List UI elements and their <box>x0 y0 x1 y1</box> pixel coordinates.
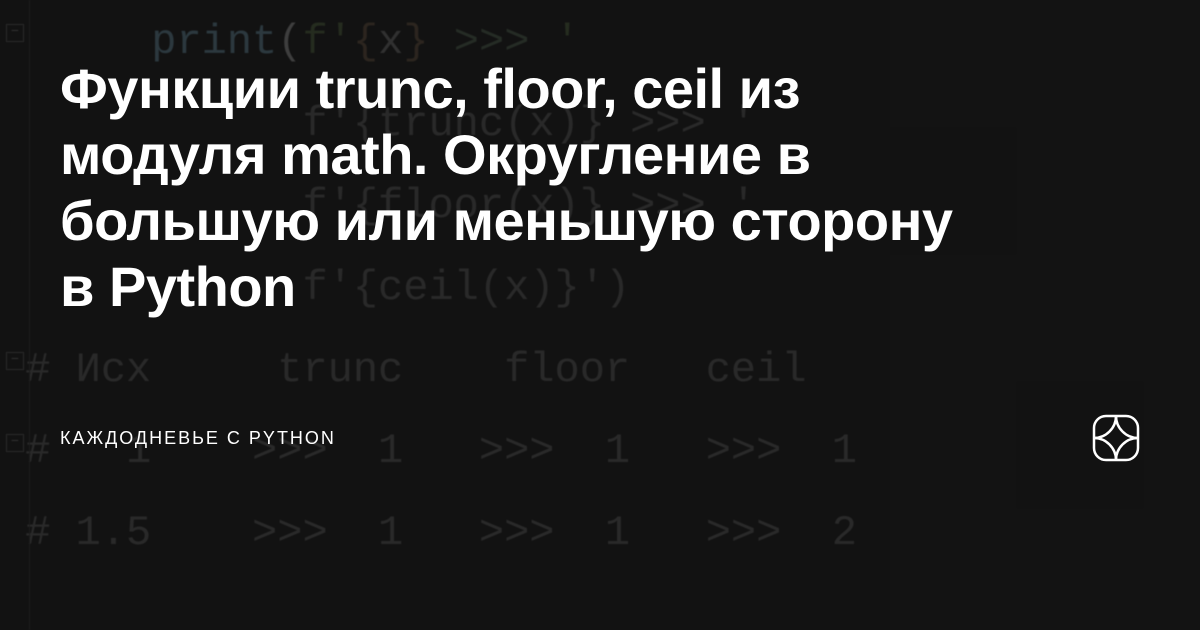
page-title: Функции trunc, floor, ceil из модуля mat… <box>60 56 960 320</box>
source-label: КАЖДОДНЕВЬЕ С PYTHON <box>60 428 336 449</box>
content-overlay: Функции trunc, floor, ceil из модуля mat… <box>0 0 1200 630</box>
source-row: КАЖДОДНЕВЬЕ С PYTHON <box>60 414 1140 462</box>
zen-logo-icon <box>1092 414 1140 462</box>
